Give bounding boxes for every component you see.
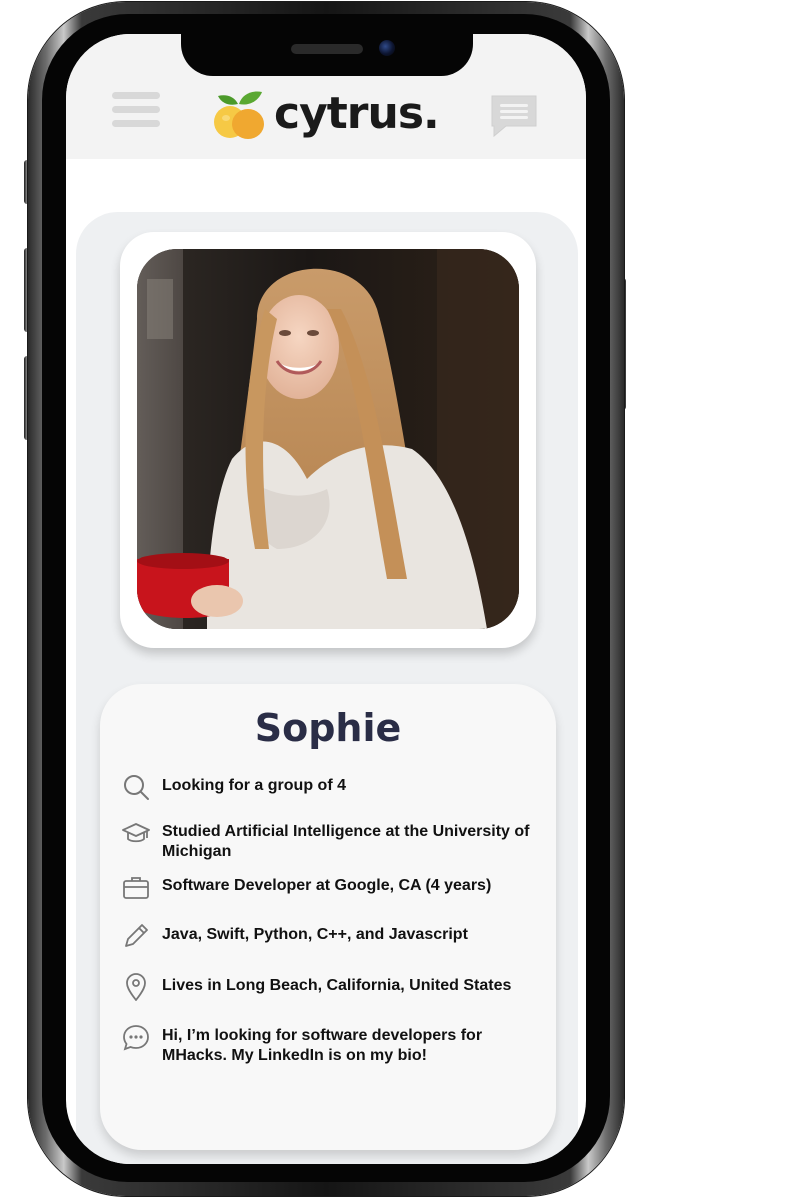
briefcase-icon [123,877,149,899]
detail-text: Hi, I’m looking for software developers … [162,1027,483,1064]
brand-logo: cytrus. [212,84,440,144]
lemon-logo-icon [214,91,264,139]
detail-text: Looking for a group of 4 [162,777,346,794]
notch [181,34,473,76]
location-pin-icon [126,973,146,1001]
search-icon [124,775,149,800]
device-mockup: cytrus. Sophie Looking for a group of 4 … [0,0,800,1200]
chat-bubble-icon[interactable] [490,94,538,138]
detail-row-education: Studied Artificial Intelligence at the U… [122,822,532,862]
speaker-grille [291,44,363,54]
profile-photo [137,249,519,629]
detail-row-skills: Java, Swift, Python, C++, and Javascript [122,924,532,950]
detail-row-bio: Hi, I’m looking for software developers … [122,1025,532,1066]
front-camera [379,40,395,56]
phone-screen: cytrus. Sophie Looking for a group of 4 … [66,34,586,1164]
speech-bubble-icon [123,1025,149,1051]
detail-row-looking-for: Looking for a group of 4 [122,775,532,801]
profile-photo-card[interactable] [120,232,536,648]
detail-text: Studied Artificial Intelligence at the U… [162,823,530,860]
detail-row-work: Software Developer at Google, CA (4 year… [122,876,532,901]
detail-text: Lives in Long Beach, California, United … [162,977,512,994]
hamburger-menu-icon[interactable] [112,92,160,128]
graduation-cap-icon [122,823,150,843]
profile-name: Sophie [254,706,402,750]
detail-text: Java, Swift, Python, C++, and Javascript [162,926,468,943]
detail-row-location: Lives in Long Beach, California, United … [122,973,532,1001]
brand-name: cytrus. [274,88,440,139]
pencil-icon [125,924,148,947]
detail-text: Software Developer at Google, CA (4 year… [162,877,492,894]
profile-info-card: Sophie Looking for a group of 4 Studied … [100,684,556,1150]
